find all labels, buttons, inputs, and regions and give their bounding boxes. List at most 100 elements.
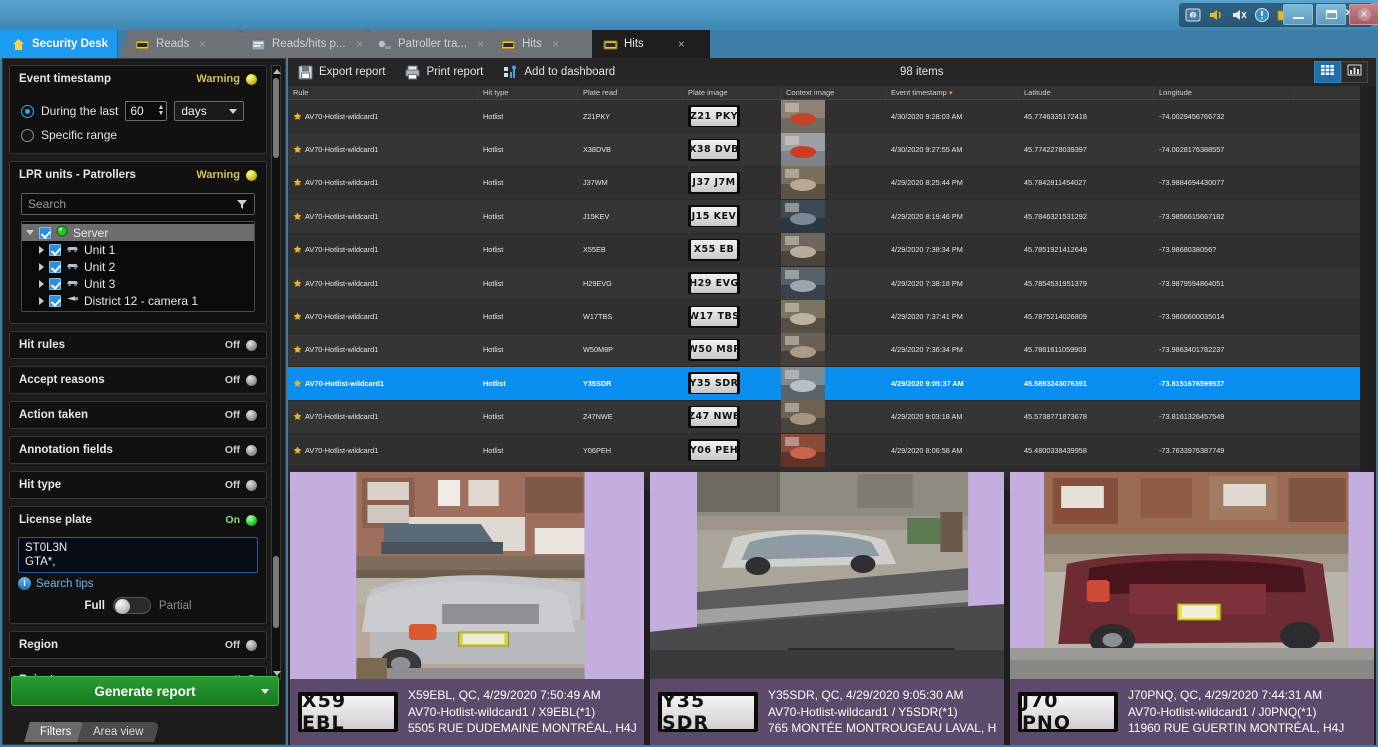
context-thumbnail[interactable] [781,166,825,199]
context-thumbnail[interactable] [781,333,825,366]
scrollbar-thumb[interactable] [273,78,279,158]
context-thumbnail[interactable] [781,367,825,400]
table-row[interactable]: AV70-Hotlist-wildcard1HotlistW17TBSW17 T… [288,300,1368,333]
full-partial-switch[interactable]: Full Partial [18,597,258,614]
table-row[interactable]: AV70-Hotlist-wildcard1HotlistY06PEHY06 P… [288,434,1368,467]
cell-context-image[interactable] [781,267,886,300]
status-led[interactable] [246,480,257,491]
tab-hits-2[interactable]: Hits × [592,30,710,58]
checkbox[interactable] [49,244,61,256]
chevron-right-icon[interactable] [39,263,44,271]
filter-scrollbar[interactable] [271,65,281,680]
filter-hit-type[interactable]: Hit type Off [9,471,267,499]
cell-context-image[interactable] [781,333,886,366]
mute-icon[interactable] [1231,7,1247,23]
cell-context-image[interactable] [781,300,886,333]
tab-security-desk[interactable]: Security Desk [0,30,118,58]
context-thumbnail[interactable] [781,267,825,300]
tree-node-unit-1[interactable]: Unit 1 [22,241,254,258]
cell-plate-image[interactable]: Y35 SDR [683,372,781,394]
close-button[interactable]: × [1349,4,1378,25]
close-icon[interactable]: × [552,37,559,51]
table-row[interactable]: AV70-Hotlist-wildcard1HotlistJ37WMJ37 J7… [288,167,1368,200]
plate-thumbnail[interactable]: W50 M8P [688,339,740,361]
context-thumbnail[interactable] [781,100,825,133]
scrollbar-thumb-lower[interactable] [273,556,279,628]
maximize-button[interactable] [1316,4,1346,25]
filter-annotation-fields[interactable]: Annotation fields Off [9,436,267,464]
cell-plate-image[interactable]: X55 EB [683,239,781,261]
column-header-hit-type[interactable]: Hit type [478,86,578,99]
table-row[interactable]: AV70-Hotlist-wildcard1HotlistW50M8PW50 M… [288,334,1368,367]
context-thumbnail[interactable] [781,434,825,467]
cell-context-image[interactable] [781,434,886,467]
tree-node-district-12-camera-1[interactable]: District 12 - camera 1 [22,292,254,309]
close-icon[interactable]: × [678,37,685,51]
column-header-longitude[interactable]: Longitude [1154,86,1294,99]
cell-context-image[interactable] [781,233,886,266]
specific-range-row[interactable]: Specific range [21,128,255,142]
column-header-rule[interactable]: Rule [288,86,478,99]
close-icon[interactable]: × [356,37,363,51]
context-thumbnail[interactable] [781,133,825,166]
filter-accept-reasons[interactable]: Accept reasons Off [9,366,267,394]
plate-thumbnail[interactable]: Y06 PEH [688,439,740,461]
table-row[interactable]: AV70-Hotlist-wildcard1HotlistJ15KEVJ15 K… [288,200,1368,233]
chevron-down-icon[interactable] [261,689,269,694]
cell-context-image[interactable] [781,367,886,400]
cell-context-image[interactable] [781,400,886,433]
toggle-row[interactable]: Region Off [10,632,266,658]
tab-hits-1[interactable]: Hits × [487,30,604,58]
context-image[interactable] [290,472,644,679]
context-thumbnail[interactable] [781,300,825,333]
status-led[interactable] [246,410,257,421]
plate-thumbnail[interactable]: Z21 PKY [688,105,740,127]
plate-thumbnail[interactable]: X55 EB [688,239,740,261]
status-led[interactable] [246,445,257,456]
column-header-plate-image[interactable]: Plate image [683,86,781,99]
plate-thumbnail[interactable]: Y35 SDR [688,372,740,394]
context-image[interactable] [650,472,1004,679]
toggle-knob[interactable] [115,599,130,614]
cell-plate-image[interactable]: Z47 NWE [683,406,781,428]
hit-card[interactable]: X59 EBL X59EBL, QC, 4/29/2020 7:50:49 AM… [290,472,644,745]
chevron-right-icon[interactable] [39,297,44,305]
chevron-right-icon[interactable] [39,246,44,254]
table-row[interactable]: AV70-Hotlist-wildcard1HotlistY35SDRY35 S… [288,367,1368,400]
column-header-context-image[interactable]: Context image [781,86,886,99]
cell-context-image[interactable] [781,100,886,133]
toggle-row[interactable]: Annotation fields Off [10,437,266,463]
table-row[interactable]: AV70-Hotlist-wildcard1HotlistZ21PKYZ21 P… [288,100,1368,133]
filter-hit-rules[interactable]: Hit rules Off [9,331,267,359]
tab-area-view[interactable]: Area view [77,722,159,742]
plate-thumbnail[interactable]: X38 DVB [688,139,740,161]
close-icon[interactable]: × [199,37,206,51]
column-header-event-timestamp[interactable]: Event timestamp ▾ [886,86,1019,99]
unit-select[interactable]: days [174,101,244,121]
chevron-right-icon[interactable] [39,280,44,288]
status-led[interactable] [246,640,257,651]
plate-thumbnail[interactable]: W17 TBS [688,306,740,328]
plate-thumbnail[interactable]: J15 KEV [688,205,740,227]
network-alert-icon[interactable] [1254,7,1270,23]
toggle-row[interactable]: Accept reasons Off [10,367,266,393]
cell-context-image[interactable] [781,133,886,166]
filter-funnel-icon[interactable] [236,198,248,210]
grid-view-button[interactable] [1314,61,1341,83]
tree-node-unit-3[interactable]: Unit 3 [22,275,254,292]
search-tips-link[interactable]: i Search tips [18,577,258,590]
specific-range-radio[interactable] [21,129,34,142]
hit-card[interactable]: J70 PNQ J70PNQ, QC, 4/29/2020 7:44:31 AM… [1010,472,1374,745]
add-to-dashboard-button[interactable]: Add to dashboard [503,65,615,80]
tree-node-unit-2[interactable]: Unit 2 [22,258,254,275]
tab-reads-hits[interactable]: Reads/hits p... × [237,30,376,58]
table-row[interactable]: AV70-Hotlist-wildcard1HotlistH29EVGH29 E… [288,267,1368,300]
tab-reads[interactable]: Reads × [121,30,248,58]
hit-card[interactable]: Y35 SDR Y35SDR, QC, 4/29/2020 9:05:30 AM… [650,472,1004,745]
stepper-arrows[interactable]: ▲▼ [157,105,164,117]
column-header-blank[interactable] [1294,86,1368,99]
toggle-row[interactable]: Hit rules Off [10,332,266,358]
table-scrollbar[interactable] [1360,86,1368,477]
status-led[interactable] [246,515,257,526]
column-header-latitude[interactable]: Latitude [1019,86,1154,99]
